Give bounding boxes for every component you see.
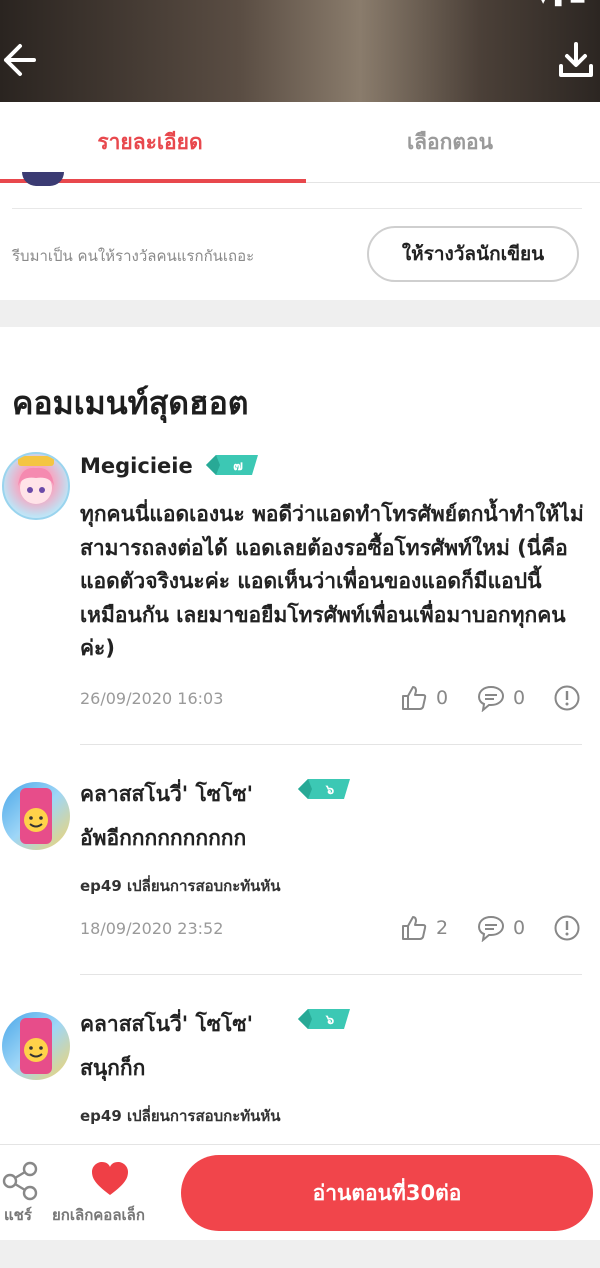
level-number: ๗ bbox=[233, 459, 243, 474]
tab-details[interactable]: รายละเอียด bbox=[0, 102, 300, 182]
comment-date: 18/09/2020 23:52 bbox=[80, 919, 224, 938]
level-number: ๖ bbox=[325, 1013, 334, 1028]
tab-episodes[interactable]: เลือกตอน bbox=[300, 102, 600, 182]
level-number: ๖ bbox=[325, 783, 334, 798]
anime-avatar-icon bbox=[18, 456, 54, 504]
status-icons: ▾ ▮ ▬ bbox=[539, 0, 586, 9]
reply-button[interactable]: 0 bbox=[477, 914, 525, 942]
heart-icon bbox=[92, 1162, 128, 1195]
thumbs-up-icon bbox=[402, 916, 427, 940]
like-count: 0 bbox=[436, 687, 449, 709]
avatar[interactable] bbox=[2, 452, 70, 520]
unfavorite-button[interactable] bbox=[90, 1161, 130, 1201]
episode-tag[interactable]: ep49 เปลี่ยนการสอบกะทันหัน bbox=[80, 1104, 281, 1128]
reply-count: 0 bbox=[513, 917, 526, 939]
author-avatar bbox=[22, 172, 64, 186]
bottom-action-bar: แชร์ ยกเลิกคอลเล็ก อ่านตอนที่30ต่อ bbox=[0, 1144, 600, 1241]
unfavorite-label[interactable]: ยกเลิกคอลเล็ก bbox=[52, 1203, 145, 1227]
report-button[interactable] bbox=[554, 915, 580, 941]
reply-count: 0 bbox=[513, 687, 526, 709]
level-badge: ๖ bbox=[298, 1008, 350, 1030]
like-button[interactable]: 2 bbox=[400, 914, 448, 942]
back-button[interactable] bbox=[0, 38, 44, 82]
level-badge: ๖ bbox=[298, 778, 350, 800]
tab-bar: รายละเอียด เลือกตอน bbox=[0, 102, 600, 183]
cover-header: ▾ ▮ ▬ bbox=[0, 0, 600, 102]
system-nav-strip bbox=[0, 1240, 600, 1268]
comment-body: สนุกก็ก bbox=[80, 1056, 146, 1080]
alert-icon bbox=[554, 685, 580, 711]
alert-icon bbox=[554, 915, 580, 941]
arrow-left-icon bbox=[4, 44, 36, 76]
share-icon bbox=[2, 1161, 38, 1201]
download-button[interactable] bbox=[556, 40, 596, 80]
chat-bubble-icon bbox=[477, 915, 505, 942]
comment-body: อัพอีกกกกกกกกกก bbox=[80, 826, 247, 850]
divider bbox=[80, 974, 582, 975]
commenter-name[interactable]: Megicieie bbox=[80, 454, 193, 478]
commenter-name[interactable]: คลาสสโนวี่' โซโซ' bbox=[80, 1008, 253, 1041]
share-label[interactable]: แชร์ bbox=[4, 1203, 32, 1227]
chat-bubble-icon bbox=[477, 685, 505, 712]
commenter-name[interactable]: คลาสสโนวี่' โซโซ' bbox=[80, 778, 253, 811]
thumbs-up-icon bbox=[402, 686, 427, 710]
section-gap bbox=[0, 300, 600, 327]
reward-prompt: รีบมาเป็น คนให้รางวัลคนแรกกันเถอะ bbox=[12, 247, 255, 265]
like-count: 2 bbox=[436, 917, 449, 939]
comment-body: ทุกคนนี่แอดเองนะ พอดีว่าแอดทำโทรศัพย์ตกน… bbox=[80, 502, 584, 660]
divider bbox=[12, 208, 582, 209]
share-button[interactable] bbox=[0, 1161, 44, 1205]
episode-tag[interactable]: ep49 เปลี่ยนการสอบกะทันหัน bbox=[80, 874, 281, 898]
hot-comments-title: คอมเมนท์สุดฮอต bbox=[12, 384, 249, 422]
avatar[interactable] bbox=[2, 1012, 70, 1080]
comment-date: 26/09/2020 16:03 bbox=[80, 689, 224, 708]
emoji-avatar-icon bbox=[20, 788, 52, 844]
report-button[interactable] bbox=[554, 685, 580, 711]
continue-reading-button[interactable]: อ่านตอนที่30ต่อ bbox=[181, 1155, 593, 1231]
avatar[interactable] bbox=[2, 782, 70, 850]
reward-author-button[interactable]: ให้รางวัลนักเขียน bbox=[367, 226, 579, 282]
reply-button[interactable]: 0 bbox=[477, 684, 525, 712]
emoji-avatar-icon bbox=[20, 1018, 52, 1074]
like-button[interactable]: 0 bbox=[400, 684, 448, 712]
divider bbox=[80, 744, 582, 745]
download-icon bbox=[559, 42, 593, 77]
level-badge: ๗ bbox=[206, 454, 258, 476]
